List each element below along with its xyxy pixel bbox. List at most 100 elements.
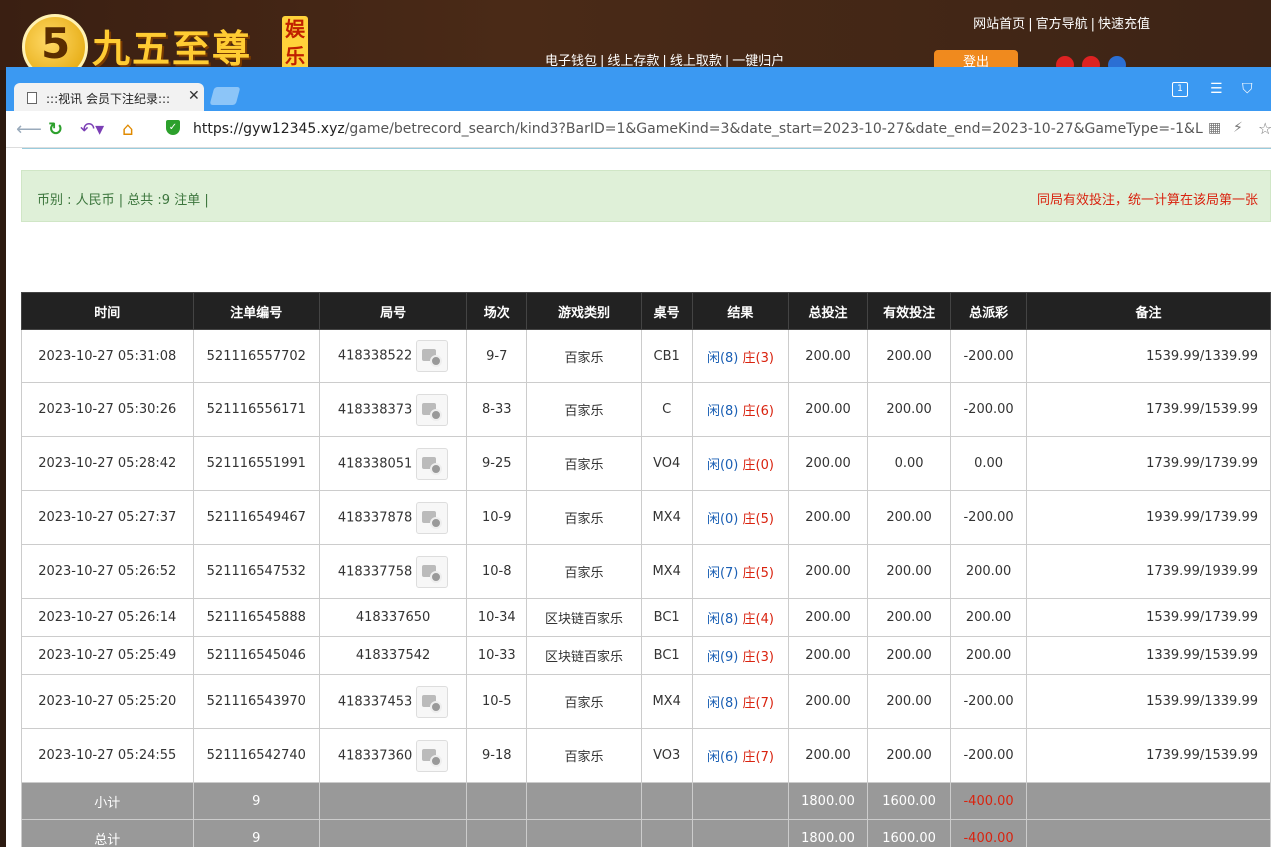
cell-remark: 1339.99/1539.99	[1026, 636, 1271, 675]
cell-game: 百家乐	[526, 329, 642, 383]
col-time: 时间	[21, 292, 194, 330]
cell-bet: 200.00	[788, 598, 868, 637]
site-header: 5 九五至尊 娱乐 网站首页 | 官方导航 | 快速充值 电子钱包 | 线上存款 | 线上取款 |…	[0, 0, 1271, 80]
site-logo-text: 九五至尊	[92, 26, 253, 71]
cell-session: 9-18	[466, 728, 528, 783]
cell-result: 闲(0) 庄(5)	[691, 490, 790, 545]
document-icon	[27, 92, 37, 104]
col-bet: 总投注	[788, 292, 868, 330]
col-round: 局号	[319, 292, 468, 330]
cell-time: 2023-10-27 05:25:49	[21, 636, 194, 675]
cell-table: BC1	[640, 636, 693, 675]
empty-cell	[640, 782, 693, 820]
cell-payout: 0.00	[950, 436, 1027, 491]
cell-order: 521116557702	[192, 329, 321, 383]
empty-cell	[466, 819, 528, 847]
star-icon[interactable]: ☆	[1258, 119, 1271, 138]
window-number-icon[interactable]: 1	[1172, 82, 1188, 97]
player-result: 闲(8)	[706, 696, 739, 711]
cell-order: 521116549467	[192, 490, 321, 545]
reload-icon[interactable]: ↻	[48, 119, 63, 140]
cell-valid: 200.00	[866, 544, 952, 599]
cell-session: 9-7	[466, 329, 528, 383]
col-game: 游戏类别	[526, 292, 642, 330]
cell-game: 百家乐	[526, 382, 642, 437]
new-tab-button[interactable]	[209, 87, 241, 105]
round-number: 418337758	[337, 564, 413, 579]
cell-valid: 200.00	[866, 728, 952, 783]
cell-game: 区块链百家乐	[526, 636, 642, 675]
url-input[interactable]: https://gyw12345.xyz/game/betrecord_sear…	[193, 121, 1203, 137]
address-bar: ⟵ ↻ ↶▾ ⌂ ✓ https://gyw12345.xyz/game/bet…	[6, 111, 1271, 148]
cell-valid: 200.00	[866, 598, 952, 637]
banker-result: 庄(4)	[742, 612, 774, 627]
cell-round: 418338051	[319, 436, 468, 491]
cell-round: 418337360	[319, 728, 468, 783]
close-icon[interactable]: ✕	[188, 88, 200, 104]
video-replay-icon[interactable]	[416, 501, 449, 534]
col-order: 注单编号	[192, 292, 321, 330]
tab-title: :::视讯 会员下注纪录:::	[46, 92, 171, 106]
link-home[interactable]: 网站首页	[973, 17, 1025, 32]
video-replay-icon[interactable]	[416, 393, 449, 426]
cell-payout: 200.00	[950, 544, 1027, 599]
subtotal-bet: 1800.00	[788, 782, 868, 820]
video-replay-icon[interactable]	[416, 739, 449, 772]
cell-order: 521116547532	[192, 544, 321, 599]
cell-game: 百家乐	[526, 490, 642, 545]
page-content: 币别 : 人民币 | 总共 :9 注单 | 同局有效投注，统一计算在该局第一张 …	[6, 148, 1271, 847]
info-bar: 币别 : 人民币 | 总共 :9 注单 | 同局有效投注，统一计算在该局第一张	[21, 170, 1271, 222]
cell-order: 521116545888	[192, 598, 321, 637]
bolt-icon[interactable]: ⚡	[1233, 120, 1243, 136]
round-number: 418337453	[337, 694, 413, 709]
cell-table: C	[640, 382, 693, 437]
cell-round: 418337542	[319, 636, 468, 675]
skin-icon[interactable]: ⛉	[1242, 81, 1253, 97]
subtotal-count: 9	[192, 782, 321, 820]
cell-round: 418337758	[319, 544, 468, 599]
total-valid: 1600.00	[866, 819, 952, 847]
cell-bet: 200.00	[788, 329, 868, 383]
cell-table: VO3	[640, 728, 693, 783]
table-row: 2023-10-27 05:26:52 521116547532 418337758…	[21, 544, 1271, 599]
shield-icon: ✓	[166, 120, 180, 135]
player-result: 闲(9)	[706, 650, 739, 665]
back-icon[interactable]: ⟵	[16, 119, 42, 140]
cell-round: 418338373	[319, 382, 468, 437]
cell-remark: 1539.99/1339.99	[1026, 329, 1271, 383]
empty-cell	[691, 819, 790, 847]
empty-cell	[691, 782, 790, 820]
cell-valid: 200.00	[866, 674, 952, 729]
cell-result: 闲(8) 庄(7)	[691, 674, 790, 729]
banker-result: 庄(5)	[742, 566, 774, 581]
link-deposit-fast[interactable]: 快速充值	[1098, 17, 1150, 32]
cell-order: 521116543970	[192, 674, 321, 729]
cell-time: 2023-10-27 05:27:37	[21, 490, 194, 545]
banker-result: 庄(7)	[742, 750, 774, 765]
video-replay-icon[interactable]	[416, 447, 449, 480]
round-number: 418337360	[337, 748, 413, 763]
undo-icon[interactable]: ↶▾	[80, 119, 104, 140]
video-replay-icon[interactable]	[416, 340, 449, 372]
total-bet: 1800.00	[788, 819, 868, 847]
video-replay-icon[interactable]	[416, 555, 449, 588]
banker-result: 庄(3)	[742, 350, 774, 366]
cell-table: VO4	[640, 436, 693, 491]
cell-valid: 200.00	[866, 329, 952, 383]
cell-session: 8-33	[466, 382, 528, 437]
cell-payout: -200.00	[950, 728, 1027, 783]
grid-icon[interactable]: ▦	[1208, 120, 1221, 136]
link-nav[interactable]: 官方导航	[1036, 17, 1088, 32]
cell-result: 闲(8) 庄(6)	[691, 382, 790, 437]
cell-game: 区块链百家乐	[526, 598, 642, 637]
player-result: 闲(0)	[706, 512, 739, 527]
col-remark: 备注	[1026, 292, 1271, 330]
menu-icon[interactable]: ☰	[1210, 81, 1223, 97]
notice-text: 同局有效投注，统一计算在该局第一张	[1037, 193, 1259, 208]
cell-session: 10-34	[466, 598, 528, 637]
cell-payout: -200.00	[950, 329, 1027, 383]
browser-tab[interactable]: :::视讯 会员下注纪录::: ✕	[14, 83, 204, 111]
video-replay-icon[interactable]	[416, 685, 449, 718]
cell-session: 10-9	[466, 490, 528, 545]
home-icon[interactable]: ⌂	[122, 119, 133, 140]
